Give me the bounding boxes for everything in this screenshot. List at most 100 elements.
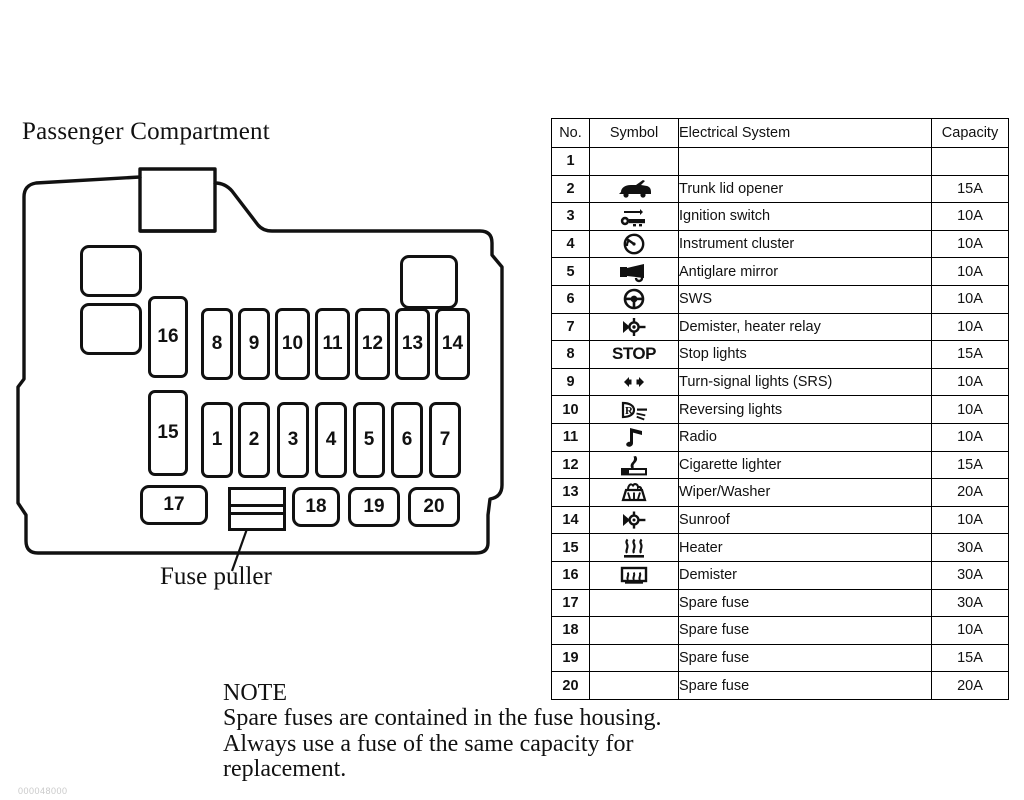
car-trunk-icon [589, 174, 679, 204]
note-line-1: Spare fuses are contained in the fuse ho… [223, 705, 662, 731]
note-line-2: Always use a fuse of the same capacity f… [223, 730, 634, 757]
gauge-icon [589, 229, 679, 259]
cell-capacity: 10A [931, 229, 1009, 259]
table-row: 16 Demister 30A [551, 560, 1009, 590]
fuse-slot-label: 4 [325, 429, 337, 450]
fuse-slot-18[interactable]: 18 [292, 487, 340, 527]
cell-electrical-system: Instrument cluster [678, 229, 932, 259]
heater-icon [589, 533, 679, 562]
cigarette-icon [589, 450, 679, 480]
table-row: 15 Heater 30A [551, 533, 1009, 562]
table-row: 19 Spare fuse 15A [551, 643, 1009, 673]
cell-electrical-system: Demister [678, 560, 932, 590]
fuse-puller-label: Fuse puller [160, 563, 272, 590]
cell-electrical-system: Radio [678, 422, 932, 452]
table-row: 1 [551, 147, 1009, 176]
fuse-slot-3[interactable]: 3 [277, 402, 309, 478]
cell-symbol-empty [589, 616, 679, 645]
cell-capacity: 10A [931, 202, 1009, 231]
table-row: 12 Cigarette lighter 15A [551, 450, 1009, 480]
cell-fuse-number: 16 [551, 560, 590, 590]
fuse-slot-9[interactable]: 9 [238, 308, 270, 380]
table-row: 11 Radio 10A [551, 422, 1009, 452]
fuse-slot-17[interactable]: 17 [140, 485, 208, 525]
cell-capacity: 10A [931, 422, 1009, 452]
fuse-slot-15[interactable]: 15 [148, 390, 188, 476]
cell-capacity: 10A [931, 395, 1009, 424]
fuse-slot-label: 15 [157, 422, 179, 443]
cell-capacity: 30A [931, 560, 1009, 590]
fuse-slot-label: 1 [211, 429, 223, 450]
cell-capacity [931, 147, 1009, 176]
turn-arrows-icon [589, 367, 679, 397]
cell-fuse-number: 8 [551, 340, 590, 369]
cell-electrical-system: Heater [678, 533, 932, 562]
cell-electrical-system: Spare fuse [678, 616, 932, 645]
cell-fuse-number: 2 [551, 174, 590, 204]
cell-electrical-system: Turn-signal lights (SRS) [678, 367, 932, 397]
sunroof-relay-icon [589, 505, 679, 535]
fuse-slot-label: 6 [401, 429, 413, 450]
fuse-slot-1[interactable]: 1 [201, 402, 233, 478]
fuse-slot-label: 8 [211, 333, 223, 354]
cell-fuse-number: 18 [551, 616, 590, 645]
blank-slot-right-upper[interactable] [400, 255, 458, 309]
relay-icon [589, 312, 679, 342]
fuse-slot-11[interactable]: 11 [315, 308, 350, 380]
reversing-light-icon: R [589, 395, 679, 424]
column-header-system: Electrical System [678, 118, 932, 148]
cell-electrical-system: Antiglare mirror [678, 257, 932, 286]
cell-fuse-number: 12 [551, 450, 590, 480]
fuse-slot-label: 3 [287, 429, 299, 450]
music-note-icon [589, 422, 679, 452]
demister-icon [589, 560, 679, 590]
fuse-slot-14[interactable]: 14 [435, 308, 470, 380]
fuse-slot-6[interactable]: 6 [391, 402, 423, 478]
fuse-slot-19[interactable]: 19 [348, 487, 400, 527]
cell-fuse-number: 3 [551, 202, 590, 231]
fuse-slot-label: 7 [439, 429, 451, 450]
fuse-slot-20[interactable]: 20 [408, 487, 460, 527]
fuse-slot-4[interactable]: 4 [315, 402, 347, 478]
cell-fuse-number: 14 [551, 505, 590, 535]
fuse-slot-5[interactable]: 5 [353, 402, 385, 478]
stop-text-icon: STOP [589, 340, 679, 369]
fuse-slot-7[interactable]: 7 [429, 402, 461, 478]
fuse-slot-13[interactable]: 13 [395, 308, 430, 380]
page-title: Passenger Compartment [22, 118, 270, 145]
table-row: 7 Demister, heater relay 10A [551, 312, 1009, 342]
table-row: 8 STOP Stop lights 15A [551, 340, 1009, 369]
cell-capacity: 15A [931, 174, 1009, 204]
cell-capacity: 30A [931, 533, 1009, 562]
blank-slot-left-lower[interactable] [80, 303, 142, 355]
fuse-puller[interactable] [228, 487, 286, 531]
fuse-slot-8[interactable]: 8 [201, 308, 233, 380]
fuse-slot-10[interactable]: 10 [275, 308, 310, 380]
cell-fuse-number: 6 [551, 284, 590, 314]
table-row: 3 Ignition switch 10A [551, 202, 1009, 231]
fuse-slot-16[interactable]: 16 [148, 296, 188, 378]
cell-symbol-empty [589, 643, 679, 673]
fuse-specification-table: No. Symbol Electrical System Capacity 12… [551, 118, 1009, 700]
fuse-puller-bar [231, 504, 283, 507]
fuse-slot-label: 10 [281, 333, 304, 354]
cell-fuse-number: 9 [551, 367, 590, 397]
fuse-slot-label: 11 [322, 333, 343, 354]
cell-capacity: 10A [931, 505, 1009, 535]
cell-electrical-system: SWS [678, 284, 932, 314]
cell-electrical-system: Spare fuse [678, 588, 932, 618]
table-row: 18 Spare fuse 10A [551, 616, 1009, 645]
cell-electrical-system: Reversing lights [678, 395, 932, 424]
cell-electrical-system: Sunroof [678, 505, 932, 535]
wiper-washer-icon [589, 478, 679, 507]
fuse-slot-12[interactable]: 12 [355, 308, 390, 380]
cell-capacity: 10A [931, 284, 1009, 314]
blank-slot-left-upper[interactable] [80, 245, 142, 297]
cell-fuse-number: 17 [551, 588, 590, 618]
table-row: 2 Trunk lid opener 15A [551, 174, 1009, 204]
column-header-no: No. [551, 118, 590, 148]
cell-fuse-number: 1 [551, 147, 590, 176]
fuse-slot-2[interactable]: 2 [238, 402, 270, 478]
cell-fuse-number: 15 [551, 533, 590, 562]
cell-capacity: 10A [931, 257, 1009, 286]
